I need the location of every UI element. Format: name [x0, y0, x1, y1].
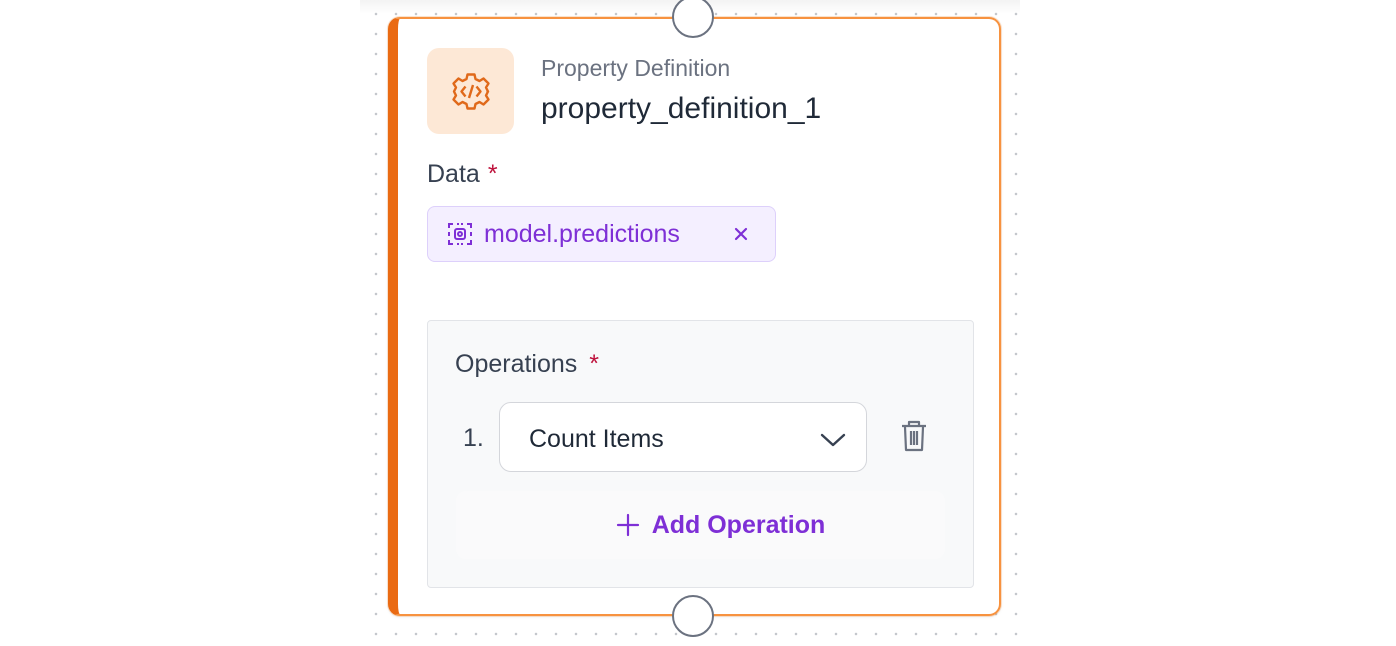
chip-remove-button[interactable]: [726, 219, 756, 249]
operations-field-label: Operations *: [455, 350, 599, 379]
trash-icon[interactable]: [898, 419, 930, 453]
plus-icon: [616, 513, 639, 537]
add-operation-label: Add Operation: [651, 510, 826, 539]
operation-select-value: Count Items: [529, 425, 664, 453]
data-field-label: Data *: [427, 160, 498, 189]
operations-label-text: Operations: [455, 350, 578, 378]
close-icon: [734, 227, 748, 241]
data-label-text: Data: [427, 160, 480, 188]
node-name[interactable]: property_definition_1: [541, 92, 821, 126]
node-type-label: Property Definition: [541, 55, 731, 81]
code-gear-icon: [451, 73, 490, 110]
operation-select[interactable]: Count Items: [499, 402, 867, 472]
chevron-down-icon: [820, 433, 846, 447]
node-icon-tile: [427, 48, 514, 134]
variable-icon: [448, 223, 472, 245]
chip-label: model.predictions: [484, 219, 680, 248]
required-asterisk: *: [589, 350, 600, 378]
output-handle[interactable]: [672, 595, 714, 637]
add-operation-button[interactable]: Add Operation: [456, 491, 945, 559]
required-asterisk: *: [487, 160, 498, 188]
operation-index: 1.: [463, 424, 484, 452]
data-variable-chip[interactable]: model.predictions: [427, 206, 776, 262]
